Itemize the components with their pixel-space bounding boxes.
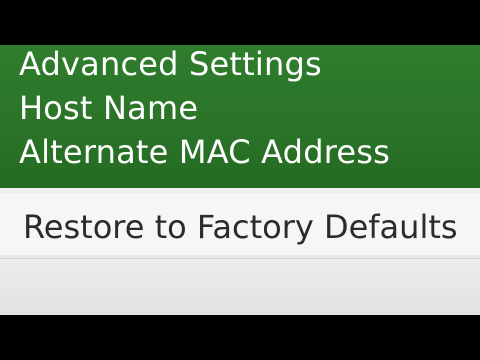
menu-item-host-name[interactable]: Host Name xyxy=(19,92,198,124)
empty-list-area xyxy=(0,259,480,315)
restore-factory-defaults-label: Restore to Factory Defaults xyxy=(23,208,458,246)
menu-item-alternate-mac-address[interactable]: Alternate MAC Address xyxy=(19,136,390,168)
menu-item-advanced-settings[interactable]: Advanced Settings xyxy=(19,48,322,80)
settings-menu-panel: Advanced Settings Host Name Alternate MA… xyxy=(0,45,480,188)
restore-factory-defaults-option[interactable]: Restore to Factory Defaults xyxy=(0,193,480,255)
settings-screen: Advanced Settings Host Name Alternate MA… xyxy=(0,45,480,315)
video-frame: Advanced Settings Host Name Alternate MA… xyxy=(0,0,480,360)
